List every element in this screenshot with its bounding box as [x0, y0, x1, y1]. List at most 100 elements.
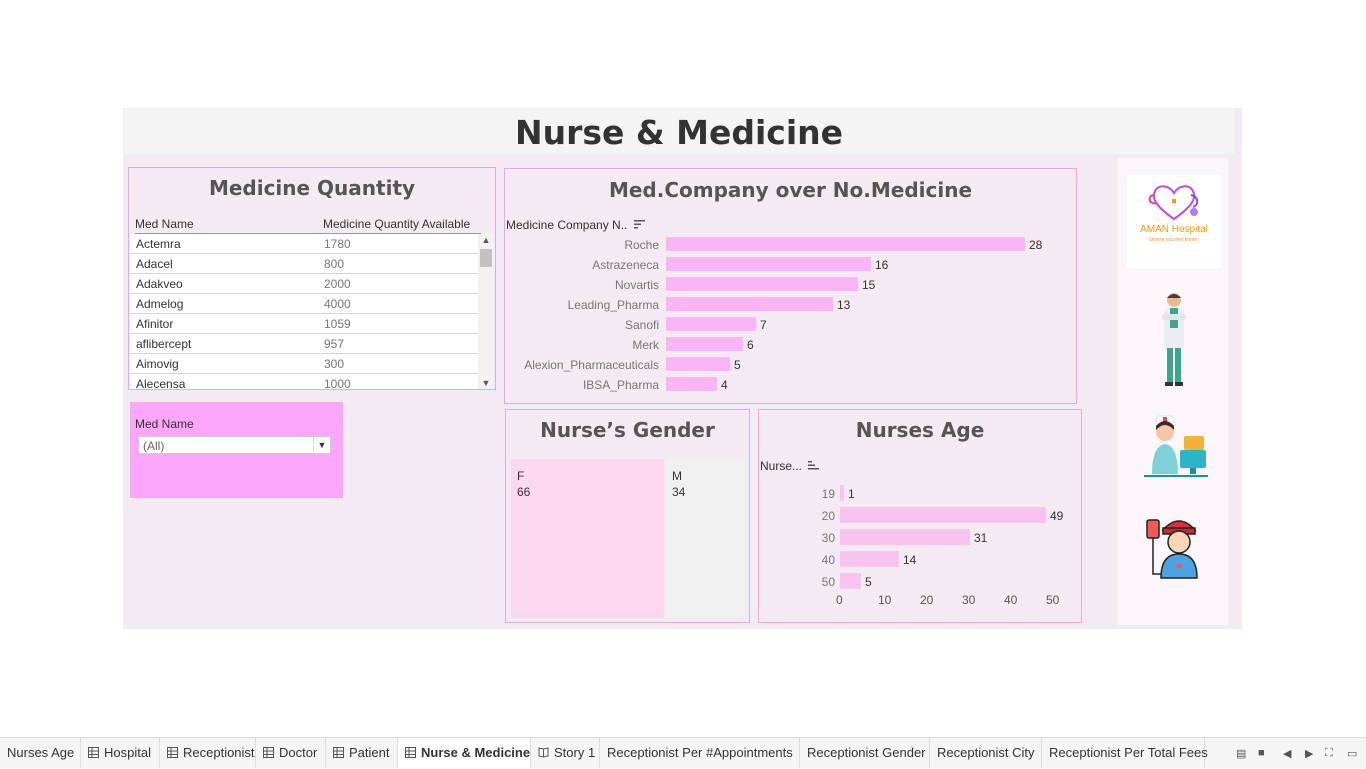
tab-label: Doctor [279, 745, 318, 760]
bar[interactable] [666, 357, 730, 371]
bar[interactable] [666, 277, 858, 291]
tab-receptionist[interactable]: Receptionist [160, 738, 256, 768]
tab-patient[interactable]: Patient [326, 738, 398, 768]
tab-receptionist-per-total-fees[interactable]: Receptionist Per Total Fees [1042, 738, 1208, 768]
med-quantity-cell: 1000 [324, 377, 351, 389]
grid-view-icon[interactable]: ▤ [1236, 747, 1246, 760]
bar[interactable] [840, 529, 970, 545]
previous-sheet-icon[interactable]: ◀ [1283, 747, 1291, 760]
worksheet-grid-icon [333, 739, 344, 758]
tab-nurse-medicine[interactable]: Nurse & Medicine [398, 738, 531, 768]
bar-row[interactable]: Astrazeneca 16 [505, 255, 1075, 275]
treemap-cell-male[interactable]: M 34 [666, 459, 745, 618]
sort-icon[interactable] [633, 219, 646, 229]
nurse-gender-panel: Nurse’s Gender F 66 M 34 [505, 409, 750, 623]
bar-row[interactable]: 40 14 [759, 550, 1079, 572]
tab-hospital[interactable]: Hospital [81, 738, 160, 768]
bar[interactable] [840, 573, 861, 589]
col-med-name[interactable]: Med Name [135, 217, 194, 231]
bar-row[interactable]: Merk 6 [505, 335, 1075, 355]
table-scrollbar[interactable]: ▲ ▼ [478, 234, 494, 389]
nurses-age-header-label: Nurse... [760, 459, 803, 473]
tab-label: Receptionist City [937, 745, 1035, 760]
tab-story-1[interactable]: Story 1 [531, 738, 600, 768]
bar[interactable] [840, 507, 1046, 523]
bar[interactable] [666, 377, 717, 391]
bar-value-label: 16 [875, 258, 889, 272]
age-label: 20 [821, 509, 835, 523]
bar[interactable] [666, 317, 756, 331]
bar-row[interactable]: Novartis 15 [505, 275, 1075, 295]
fullscreen-icon[interactable]: ⛶ [1325, 747, 1333, 760]
scroll-thumb[interactable] [480, 249, 492, 267]
bar-row[interactable]: 30 31 [759, 528, 1079, 550]
med-name-cell: Admelog [136, 297, 184, 311]
bar-row[interactable]: 20 49 [759, 506, 1079, 528]
med-name-cell: Alecensa [136, 377, 186, 389]
tab-label: Receptionist Per #Appointments [607, 745, 793, 760]
bar-category-label: Astrazeneca [592, 258, 659, 272]
worksheet-grid-icon [263, 739, 274, 758]
table-row[interactable]: Adacel 800 [130, 254, 478, 274]
tab-nurses-age[interactable]: Nurses Age [0, 738, 81, 768]
med-quantity-cell: 800 [324, 257, 345, 271]
bar[interactable] [840, 551, 899, 567]
bar[interactable] [666, 297, 833, 311]
treemap-cell-female[interactable]: F 66 [511, 459, 664, 618]
bar-row[interactable]: Sanofi 7 [505, 315, 1075, 335]
table-row[interactable]: Afinitor 1059 [130, 314, 478, 334]
table-row[interactable]: Aimovig 300 [130, 354, 478, 374]
scroll-down-icon[interactable]: ▼ [480, 378, 492, 388]
scroll-up-icon[interactable]: ▲ [480, 235, 492, 245]
worksheet-grid-icon [405, 739, 416, 758]
medicine-quantity-panel: Medicine Quantity Med Name Medicine Quan… [128, 167, 496, 390]
tab-receptionist-gender[interactable]: Receptionist Gender [800, 738, 930, 768]
bar-row[interactable]: Alexion_Pharmaceuticals 5 [505, 355, 1075, 375]
bar-category-label: Sanofi [624, 318, 659, 332]
med-quantity-cell: 4000 [324, 297, 351, 311]
table-row[interactable]: Admelog 4000 [130, 294, 478, 314]
next-sheet-icon[interactable]: ▶ [1305, 747, 1313, 760]
sort-icon[interactable] [808, 460, 820, 470]
tab-receptionist-city[interactable]: Receptionist City [930, 738, 1042, 768]
tab-receptionist-per-appointments[interactable]: Receptionist Per #Appointments [600, 738, 800, 768]
table-row[interactable]: Alecensa 1000 [130, 374, 478, 389]
hospital-logo: AMAN Hospital (where you feel home) [1127, 175, 1221, 268]
bar[interactable] [666, 337, 743, 351]
bar-row[interactable]: IBSA_Pharma 4 [505, 375, 1075, 395]
hospital-name: AMAN Hospital [1140, 224, 1208, 235]
filmstrip-view-icon[interactable]: ■ [1258, 747, 1265, 759]
nurses-age-panel: Nurses Age Nurse... 19 1 20 49 30 31 40 14 50 5 0… [758, 409, 1082, 623]
age-label: 50 [821, 575, 835, 589]
tab-label: Story 1 [554, 745, 596, 760]
presentation-mode-icon[interactable]: ▭ [1347, 747, 1357, 760]
bar-row[interactable]: 19 1 [759, 484, 1079, 506]
gender-label: M [672, 469, 682, 483]
x-axis-tick: 50 [1046, 593, 1060, 607]
table-row[interactable]: aflibercept 957 [130, 334, 478, 354]
bar-category-label: Alexion_Pharmaceuticals [524, 358, 659, 372]
med-name-dropdown[interactable]: (All) ▼ [138, 436, 331, 454]
bar-row[interactable]: Leading_Pharma 13 [505, 295, 1075, 315]
col-medicine-quantity[interactable]: Medicine Quantity Available [323, 217, 470, 231]
bar-value-label: 13 [837, 298, 851, 312]
table-row[interactable]: Adakveo 2000 [130, 274, 478, 294]
bar-category-label: Merk [632, 338, 659, 352]
table-row[interactable]: Actemra 1780 [130, 234, 478, 254]
tab-doctor[interactable]: Doctor [256, 738, 326, 768]
bar[interactable] [666, 237, 1025, 251]
nurse-gender-title: Nurse’s Gender [540, 418, 715, 442]
bar-row[interactable]: Roche 28 [505, 235, 1075, 255]
bar-value-label: 14 [903, 553, 917, 567]
tab-label: Nurse & Medicine [421, 745, 531, 760]
table-body[interactable]: Actemra 1780 Adacel 800 Adakveo 2000 Admelog 40… [130, 234, 478, 389]
bar[interactable] [840, 485, 844, 501]
age-label: 40 [821, 553, 835, 567]
nurses-age-header[interactable]: Nurse... [760, 459, 820, 473]
bar-value-label: 1 [848, 487, 855, 501]
med-company-header[interactable]: Medicine Company N.. [506, 218, 646, 232]
med-name-cell: Aimovig [136, 357, 179, 371]
bar-row[interactable]: 50 5 [759, 572, 1079, 594]
bar[interactable] [666, 257, 871, 271]
chevron-down-icon[interactable]: ▼ [313, 437, 330, 453]
